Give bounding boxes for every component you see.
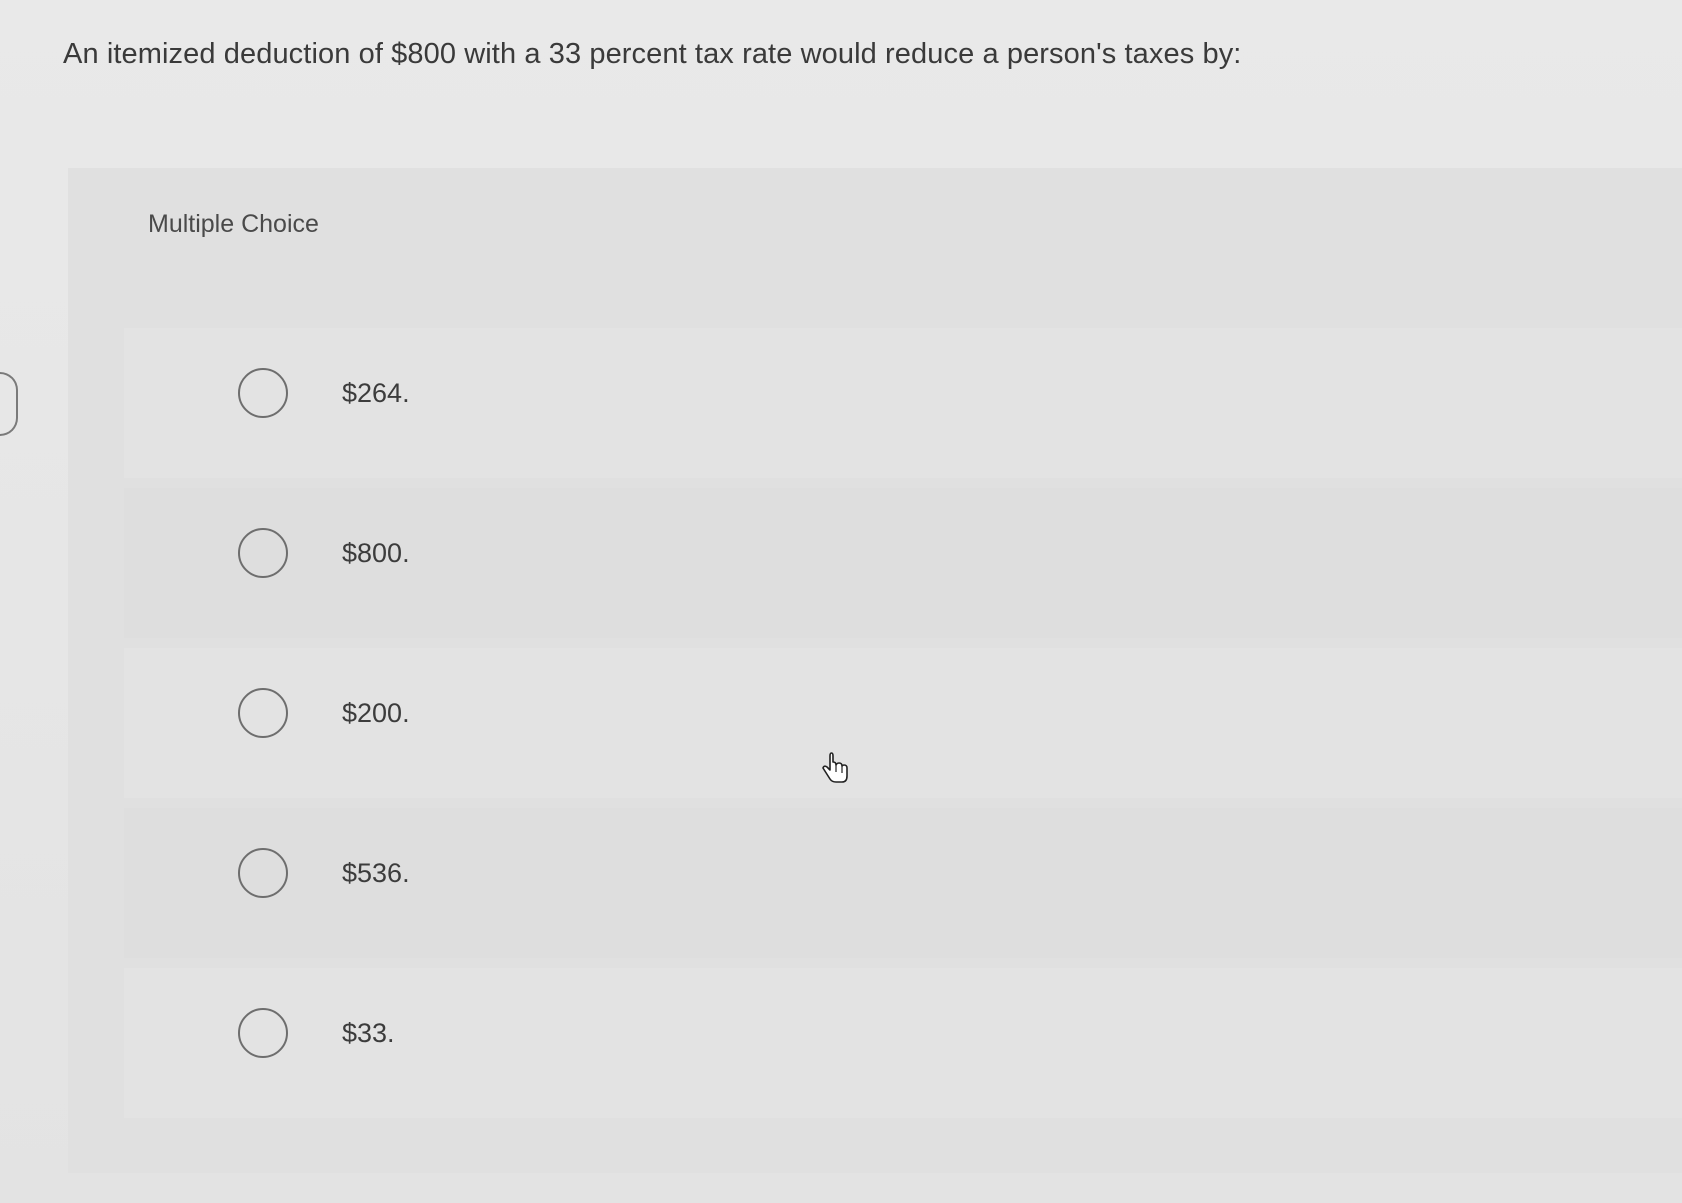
choice-label: $264. xyxy=(342,378,410,408)
radio-button[interactable] xyxy=(238,528,288,578)
multiple-choice-panel: Multiple Choice $264. $800. $200. $536. … xyxy=(68,168,1682,1173)
choice-label: $200. xyxy=(342,698,410,728)
radio-button[interactable] xyxy=(238,688,288,738)
radio-button[interactable] xyxy=(238,1008,288,1058)
multiple-choice-title: Multiple Choice xyxy=(148,210,319,238)
choice-option-3[interactable]: $200. xyxy=(124,648,1682,798)
radio-button[interactable] xyxy=(238,368,288,418)
choice-label: $536. xyxy=(342,858,410,888)
quiz-page: An itemized deduction of $800 with a 33 … xyxy=(0,0,1682,1203)
choice-option-4[interactable]: $536. xyxy=(124,808,1682,958)
choice-option-5[interactable]: $33. xyxy=(124,968,1682,1118)
question-text: An itemized deduction of $800 with a 33 … xyxy=(63,38,1242,70)
choice-label: $800. xyxy=(342,538,410,568)
choice-option-1[interactable]: $264. xyxy=(124,328,1682,478)
choice-label: $33. xyxy=(342,1018,395,1048)
choice-option-2[interactable]: $800. xyxy=(124,488,1682,638)
hand-pointer-icon xyxy=(822,752,848,783)
side-tab-handle[interactable] xyxy=(0,372,18,436)
radio-button[interactable] xyxy=(238,848,288,898)
